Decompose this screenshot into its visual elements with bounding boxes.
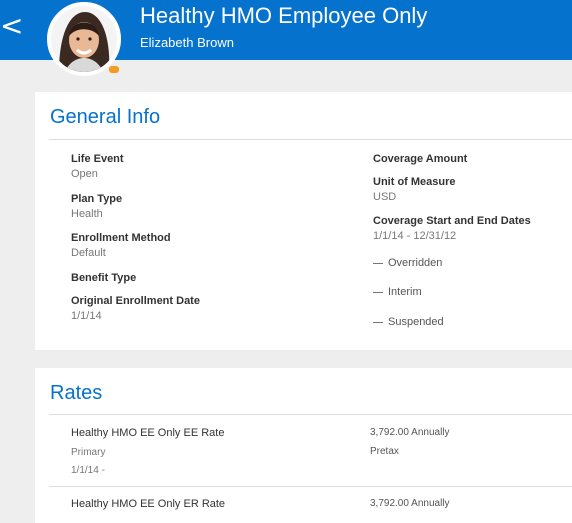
life-event-field: Life Event Open [71, 153, 124, 180]
status-badge [109, 66, 119, 73]
general-info-title: General Info [50, 106, 161, 128]
status-overridden: Overridden [373, 257, 442, 269]
unit-of-measure-field: Unit of Measure USD [373, 176, 456, 203]
plan-type-field: Plan Type Health [71, 193, 122, 220]
avatar-photo-icon [51, 6, 117, 72]
amount-unit: Annually [411, 427, 450, 438]
field-value: USD [373, 191, 397, 203]
field-label: Life Event [71, 153, 124, 165]
dash-icon [373, 321, 383, 323]
avatar [47, 2, 121, 76]
status-suspended: Suspended [373, 316, 444, 328]
divider [49, 486, 572, 487]
field-value: Open [71, 168, 98, 180]
amount-value: 3,792.00 [370, 427, 409, 438]
rate-dates: 1/1/14 - [71, 465, 105, 476]
rate-name: Healthy HMO EE Only ER Rate [71, 498, 226, 510]
field-value: Default [71, 247, 106, 259]
rate-amount: 3,792.00 Annually [370, 498, 450, 509]
dash-icon [373, 262, 383, 264]
field-label: Enrollment Method [71, 232, 171, 244]
status-label: Suspended [388, 316, 444, 328]
field-label: Original Enrollment Date [71, 295, 200, 307]
page-title: Healthy HMO Employee Only [140, 3, 428, 28]
amount-unit: Annually [411, 498, 450, 509]
original-enrollment-date-field: Original Enrollment Date 1/1/14 [71, 295, 200, 322]
general-info-card: General Info Life Event Open Plan Type H… [35, 92, 572, 350]
field-value: 1/1/14 [71, 310, 102, 322]
field-value: 1/1/14 - 12/31/12 [373, 230, 457, 242]
amount-value: 3,792.00 [370, 498, 409, 509]
field-label: Plan Type [71, 193, 123, 205]
field-label: Unit of Measure [373, 176, 456, 188]
divider [49, 139, 572, 140]
rates-card: Rates Healthy HMO EE Only EE Rate Primar… [35, 368, 572, 523]
field-value: Health [71, 208, 103, 220]
dash-icon [373, 291, 383, 293]
rate-name: Healthy HMO EE Only EE Rate [71, 427, 225, 439]
enrollment-method-field: Enrollment Method Default [71, 232, 171, 259]
coverage-dates-field: Coverage Start and End Dates 1/1/14 - 12… [373, 215, 531, 242]
rate-type: Primary [71, 447, 106, 458]
back-button[interactable]: < [0, 12, 23, 42]
rate-amount: 3,792.00 Annually [370, 427, 450, 438]
page-header: < Healthy HMO Employee Only Elizabeth Br… [0, 0, 572, 76]
rates-title: Rates [50, 382, 103, 404]
status-label: Interim [388, 286, 422, 298]
divider [49, 414, 572, 415]
status-interim: Interim [373, 286, 422, 298]
field-label: Benefit Type [71, 272, 137, 284]
page-subtitle: Elizabeth Brown [140, 35, 234, 50]
rate-tax: Pretax [370, 446, 399, 457]
benefit-type-field: Benefit Type [71, 272, 136, 287]
field-label: Coverage Start and End Dates [373, 215, 531, 227]
status-label: Overridden [388, 257, 443, 269]
coverage-amount-field: Coverage Amount [373, 153, 467, 168]
field-label: Coverage Amount [373, 153, 468, 165]
